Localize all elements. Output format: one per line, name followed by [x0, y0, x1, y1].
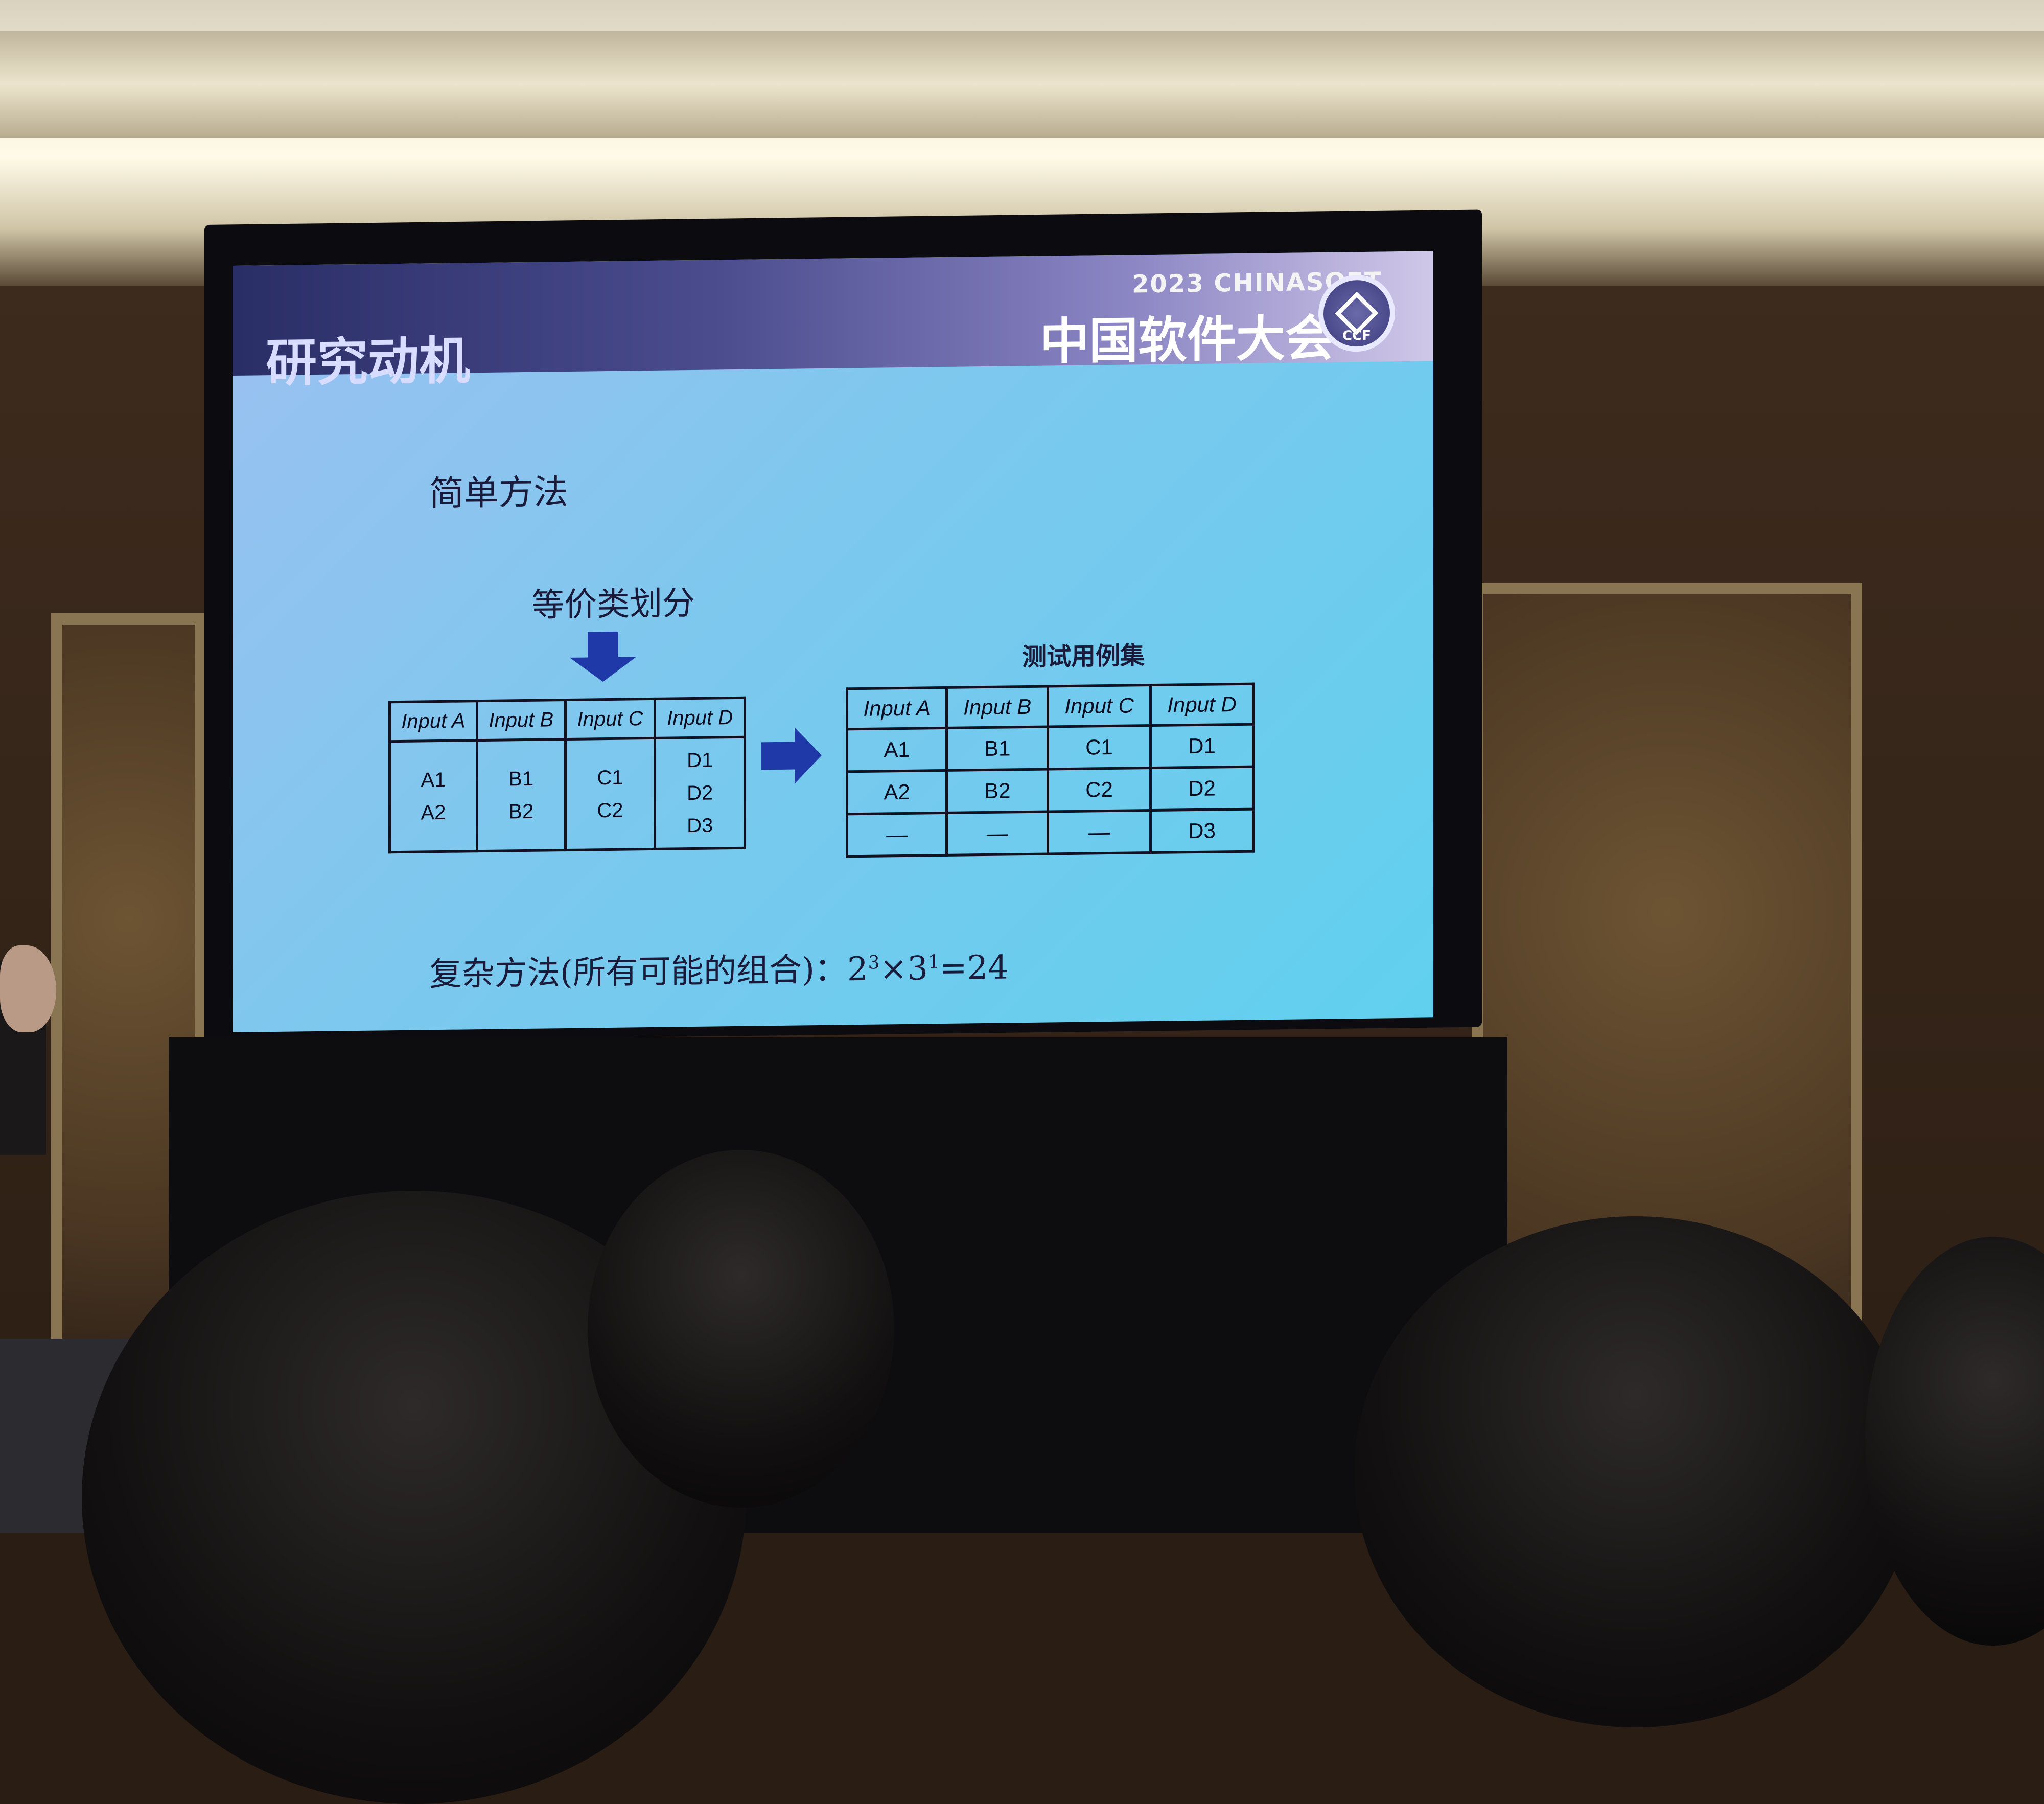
formula-operator: ×: [879, 950, 908, 988]
partition-value: D1: [687, 749, 713, 772]
partition-value: C2: [597, 799, 623, 822]
table-row: A2 B2 C2 D2: [847, 767, 1253, 814]
column-header: Input C: [1048, 685, 1151, 727]
audience-head: [1354, 1216, 1916, 1727]
partition-value: D2: [687, 781, 713, 805]
projected-slide: 研究动机 2023 CHINASOFT 中国软件大会 CCF 简单方法 等价类划…: [233, 251, 1433, 1033]
partition-value: B1: [508, 767, 534, 791]
table-cell: A2: [847, 770, 947, 814]
simple-method-label: 简单方法: [429, 472, 569, 515]
table-cell: B1: [946, 727, 1048, 771]
formula-base: 3: [907, 950, 928, 988]
table-cell: —: [946, 812, 1048, 855]
input-partition-table: Input A Input B Input C Input D A1 A2 B1…: [388, 697, 746, 854]
partition-label: 等价类划分: [531, 584, 695, 625]
audience-head: [588, 1150, 894, 1508]
table-cell: —: [1048, 810, 1151, 854]
partition-value: C1: [597, 766, 623, 790]
formula-exponent: 1: [927, 951, 940, 973]
table-row: A1 A2 B1 B2 C1 C2 D1 D2 D3: [389, 737, 745, 852]
test-case-table: Input A Input B Input C Input D A1 B1 C1…: [846, 683, 1255, 858]
table-cell: C2: [1048, 768, 1151, 812]
column-header: Input D: [655, 698, 745, 738]
right-arrow-icon: [761, 727, 822, 784]
table-cell: A1 A2: [389, 740, 477, 852]
seal-text: CCF: [1342, 328, 1371, 344]
table-header-row: Input A Input B Input C Input D: [389, 698, 745, 742]
table-header-row: Input A Input B Input C Input D: [847, 684, 1253, 729]
formula-base: 2: [847, 950, 868, 989]
formula-result: =24: [939, 949, 1009, 988]
table-cell: C1 C2: [565, 738, 655, 850]
ccf-seal-icon: CCF: [1318, 274, 1395, 353]
column-header: Input A: [389, 701, 477, 742]
test-set-label: 测试用例集: [1022, 641, 1145, 672]
table-cell: A1: [847, 728, 947, 772]
table-cell: B2: [946, 769, 1048, 813]
table-cell: D1: [1150, 724, 1253, 768]
logo-name: 中国软件大会: [1040, 309, 1334, 371]
presenter-hand: [0, 945, 56, 1032]
table-cell: B1 B2: [477, 739, 566, 851]
ceiling-molding: [0, 31, 2044, 138]
slide-title: 研究动机: [266, 331, 470, 394]
table-row: — — — D3: [847, 809, 1253, 857]
partition-value: A1: [421, 768, 446, 792]
formula-exponent: 3: [868, 952, 880, 974]
logo-year: 2023: [1132, 269, 1204, 299]
complex-method-formula: 复杂方法(所有可能的组合)：23×31=24: [429, 941, 1009, 995]
down-arrow-icon: [570, 631, 636, 682]
table-cell: D1 D2 D3: [655, 737, 745, 849]
column-header: Input B: [477, 700, 566, 741]
table-cell: D2: [1150, 767, 1253, 811]
column-header: Input D: [1150, 684, 1253, 726]
column-header: Input B: [946, 686, 1048, 728]
table-cell: —: [847, 813, 947, 857]
partition-value: A2: [421, 801, 446, 824]
partition-value: B2: [508, 800, 534, 823]
table-cell: C1: [1048, 725, 1151, 770]
formula-label: 复杂方法(所有可能的组合)：: [429, 951, 847, 994]
table-cell: D3: [1150, 809, 1253, 853]
column-header: Input C: [565, 699, 655, 739]
partition-value: D3: [687, 814, 713, 838]
column-header: Input A: [847, 687, 947, 729]
table-row: A1 B1 C1 D1: [847, 724, 1253, 772]
